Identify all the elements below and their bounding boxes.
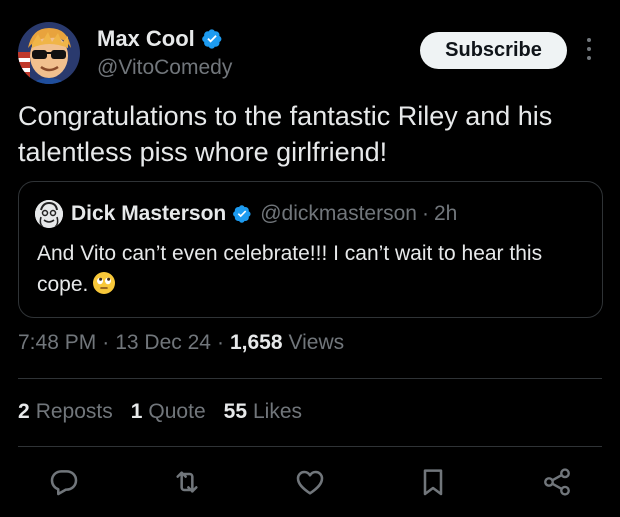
tweet-text: Congratulations to the fantastic Riley a… xyxy=(18,101,553,167)
quoted-tweet-text: And Vito can’t even celebrate!!! I can’t… xyxy=(37,238,592,300)
separator-dot: · xyxy=(421,202,429,225)
quotes-stat[interactable]: 1 Quote xyxy=(131,400,206,424)
bookmark-icon xyxy=(423,469,443,496)
like-icon xyxy=(296,470,324,495)
quoted-author-avatar xyxy=(35,200,63,228)
quoted-tweet-time[interactable]: 2h xyxy=(434,202,457,226)
quoted-tweet-header: Dick Masterson @dickmasterson · 2h xyxy=(35,200,457,228)
more-options-button[interactable] xyxy=(584,34,594,64)
quotes-count: 1 xyxy=(130,400,143,423)
author-avatar[interactable] xyxy=(18,22,80,84)
share-button[interactable] xyxy=(541,466,573,498)
reposts-count: 2 xyxy=(18,400,30,423)
likes-count: 55 xyxy=(223,400,247,423)
eye-roll-emoji-icon xyxy=(93,272,116,294)
tweet-time[interactable]: 7:48 PM xyxy=(18,331,96,355)
repost-button[interactable] xyxy=(171,466,203,498)
subscribe-button[interactable]: Subscribe xyxy=(420,32,567,69)
repost-icon xyxy=(176,471,198,493)
quotes-label: Quote xyxy=(148,400,206,423)
views-label: Views xyxy=(288,331,345,354)
share-icon xyxy=(544,468,570,496)
separator-dot: · xyxy=(102,331,110,354)
divider xyxy=(18,446,602,447)
likes-stat[interactable]: 55 Likes xyxy=(224,400,302,424)
quoted-author-handle[interactable]: @dickmasterson xyxy=(260,202,417,226)
reply-button[interactable] xyxy=(48,466,80,498)
reply-icon xyxy=(50,470,78,496)
views-count: 1,658 xyxy=(229,331,283,354)
author-handle[interactable]: @VitoComedy xyxy=(97,56,232,80)
divider xyxy=(18,378,602,379)
verified-badge-icon xyxy=(201,29,222,49)
reposts-stat[interactable]: 2 Reposts xyxy=(18,400,113,424)
like-button[interactable] xyxy=(294,466,326,498)
quoted-author-name[interactable]: Dick Masterson xyxy=(71,202,226,226)
bookmark-button[interactable] xyxy=(417,466,449,498)
sketch-face-avatar-icon xyxy=(35,200,63,228)
action-bar xyxy=(0,462,620,502)
tweet-header: Max Cool @VitoComedy Subscribe xyxy=(18,20,608,90)
tweet-meta: 7:48 PM · 13 Dec 24 · 1,658 Views xyxy=(18,331,344,355)
engagement-stats: 2 Reposts 1 Quote 55 Likes xyxy=(18,400,320,424)
author-info: Max Cool @VitoComedy xyxy=(97,24,232,80)
likes-label: Likes xyxy=(253,400,303,423)
separator-dot: · xyxy=(216,331,224,354)
verified-badge-icon xyxy=(233,205,251,223)
cartoon-sunglasses-avatar-icon xyxy=(18,22,80,84)
tweet-date[interactable]: 13 Dec 24 xyxy=(115,331,211,355)
author-display-name[interactable]: Max Cool xyxy=(97,26,195,52)
more-vertical-icon xyxy=(587,38,591,60)
reposts-label: Reposts xyxy=(35,400,113,423)
quoted-tweet[interactable]: Dick Masterson @dickmasterson · 2h And V… xyxy=(18,181,603,318)
